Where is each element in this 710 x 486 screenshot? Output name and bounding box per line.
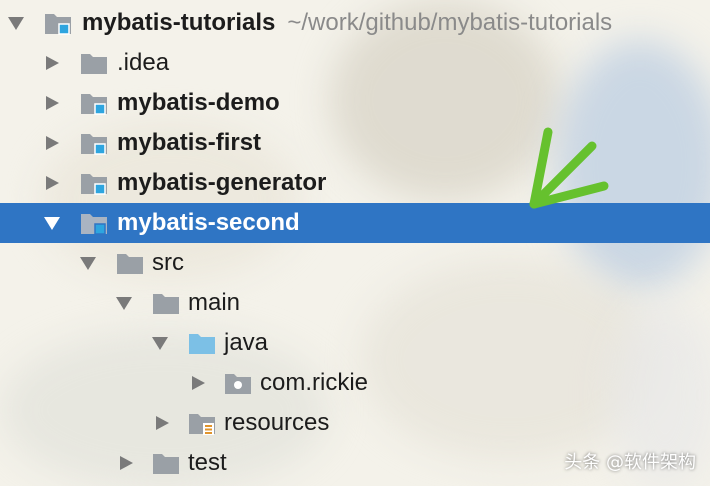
package-icon — [224, 371, 252, 395]
tree-row-mybatis-demo[interactable]: mybatis-demo — [0, 83, 710, 123]
tree-row-root[interactable]: mybatis-tutorials ~/work/github/mybatis-t… — [0, 3, 710, 43]
tree-root-label: mybatis-tutorials ~/work/github/mybatis-t… — [82, 9, 613, 36]
tree-item-label: mybatis-demo — [117, 89, 280, 116]
expand-arrow-icon[interactable] — [80, 257, 96, 270]
expand-arrow-icon[interactable] — [8, 17, 24, 30]
tree-item-label: .idea — [117, 49, 170, 76]
folder-icon — [152, 451, 180, 475]
tree-row-main[interactable]: main — [0, 283, 710, 323]
collapse-arrow-icon[interactable] — [46, 56, 59, 70]
tree-root-path: ~/work/github/mybatis-tutorials — [287, 9, 613, 36]
module-folder-icon — [80, 131, 108, 155]
tree-item-label: mybatis-generator — [117, 169, 327, 196]
tree-item-label: java — [224, 329, 269, 356]
collapse-arrow-icon[interactable] — [192, 376, 205, 390]
tree-item-label: src — [152, 249, 184, 276]
module-folder-icon — [44, 11, 72, 35]
collapse-arrow-icon[interactable] — [46, 176, 59, 190]
collapse-arrow-icon[interactable] — [46, 96, 59, 110]
expand-arrow-icon[interactable] — [152, 337, 168, 350]
tree-item-label: resources — [224, 409, 330, 436]
resources-folder-icon — [188, 411, 216, 435]
folder-icon — [80, 51, 108, 75]
tree-item-label: main — [188, 289, 241, 316]
module-folder-icon — [80, 91, 108, 115]
tree-row-src[interactable]: src — [0, 243, 710, 283]
module-folder-icon — [80, 171, 108, 195]
tree-item-label: com.rickie — [260, 369, 369, 396]
tree-row-java[interactable]: java — [0, 323, 710, 363]
watermark: 头条 @软件架构 — [564, 452, 696, 473]
tree-row-com-rickie[interactable]: com.rickie — [0, 363, 710, 403]
collapse-arrow-icon[interactable] — [120, 456, 133, 470]
collapse-arrow-icon[interactable] — [156, 416, 169, 430]
source-folder-icon — [188, 331, 216, 355]
tree-item-label: test — [188, 449, 227, 476]
tree-row-resources[interactable]: resources — [0, 403, 710, 443]
tree-item-label: mybatis-second — [117, 209, 300, 236]
expand-arrow-icon[interactable] — [116, 297, 132, 310]
folder-icon — [152, 291, 180, 315]
expand-arrow-icon[interactable] — [44, 217, 60, 230]
annotation-arrow-icon — [529, 127, 609, 209]
folder-icon — [116, 251, 144, 275]
collapse-arrow-icon[interactable] — [46, 136, 59, 150]
tree-row-idea[interactable]: .idea — [0, 43, 710, 83]
tree-item-label: mybatis-first — [117, 129, 262, 156]
module-folder-icon — [80, 211, 108, 235]
